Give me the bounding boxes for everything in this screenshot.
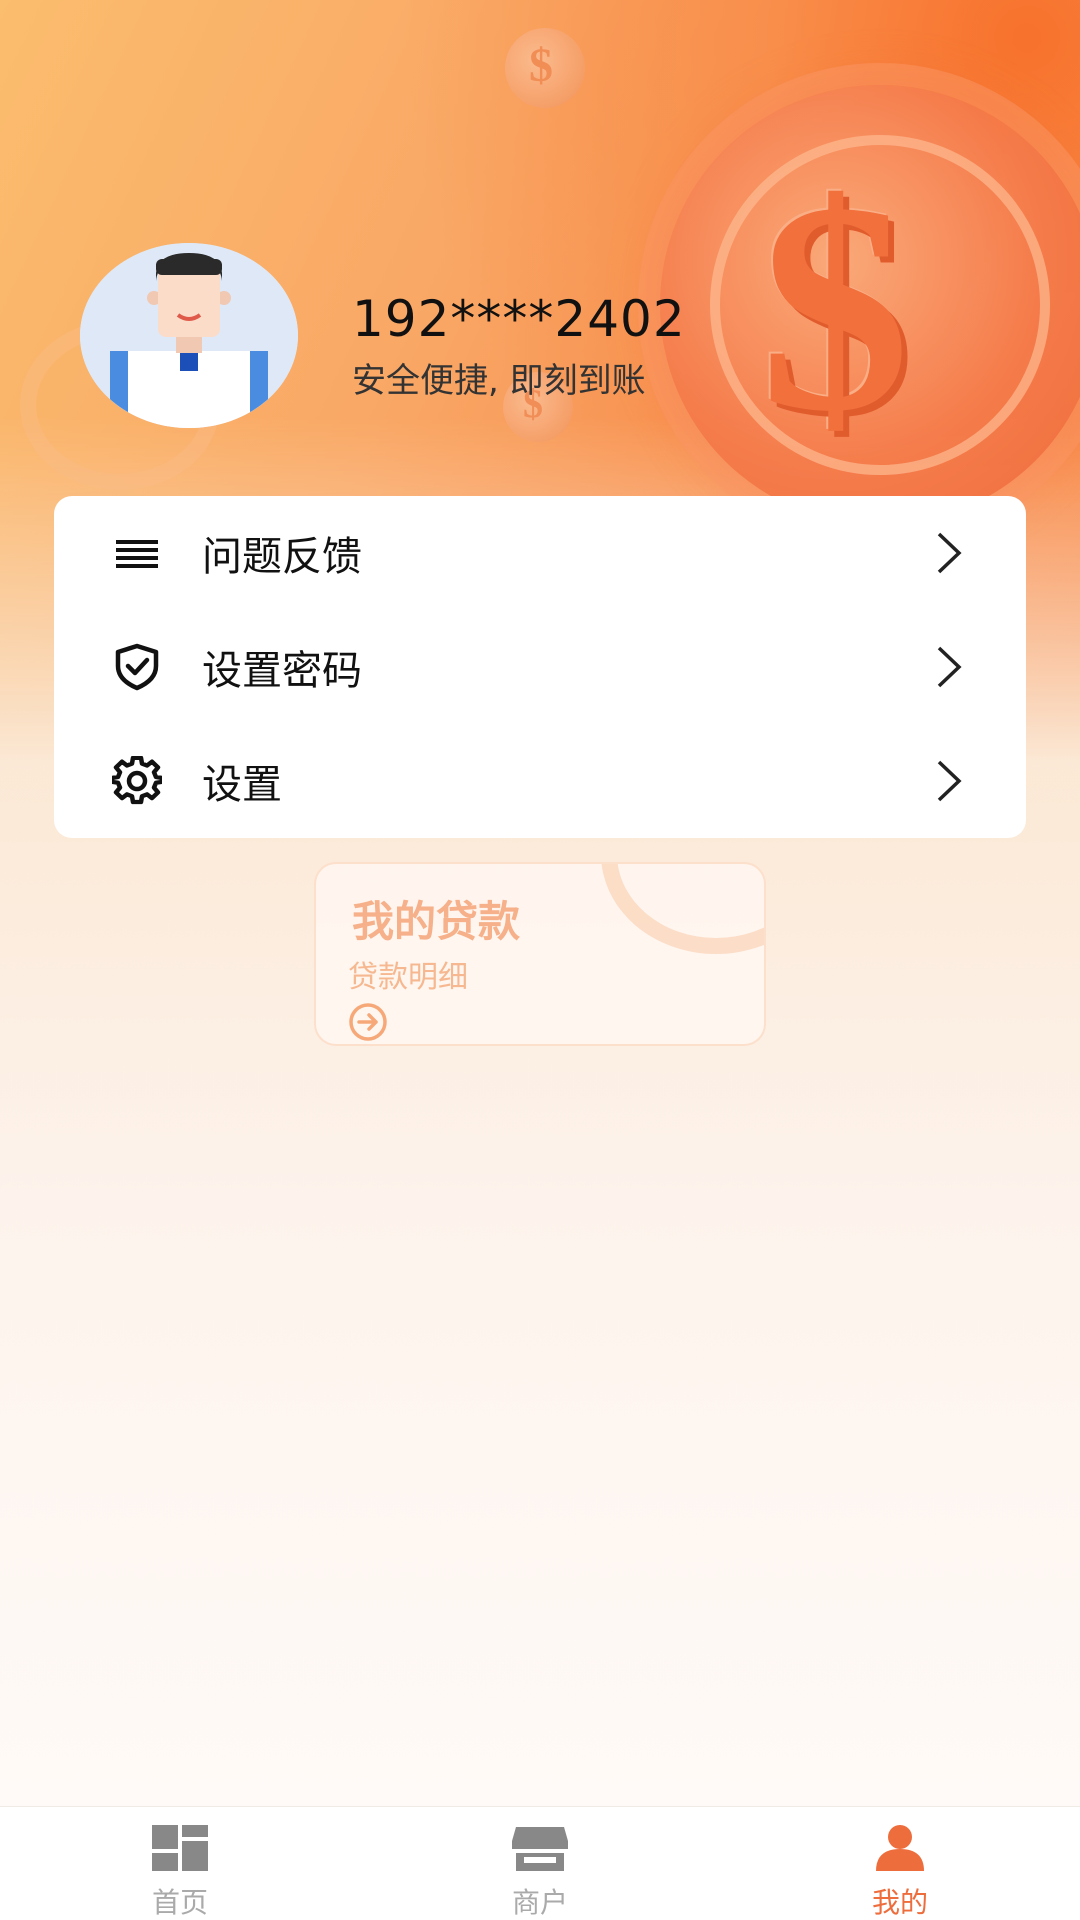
dashboard-icon — [152, 1825, 208, 1871]
menu-item-settings[interactable]: 设置 — [54, 724, 1026, 838]
menu-item-feedback[interactable]: 问题反馈 — [54, 496, 1026, 610]
menu-item-label: 设置密码 — [202, 648, 362, 694]
menu-item-label: 问题反馈 — [202, 534, 362, 580]
menu-item-set-password[interactable]: 设置密码 — [54, 610, 1026, 724]
person-icon — [876, 1825, 924, 1871]
loan-card-title: 我的贷款 — [352, 897, 521, 946]
dollar-coin-decoration: $ — [660, 85, 1080, 525]
chevron-right-icon — [937, 760, 962, 802]
loan-card-subtitle: 贷款明细 — [348, 960, 468, 995]
nav-item-merchant[interactable]: 商户 — [440, 1807, 640, 1920]
nav-item-mine[interactable]: 我的 — [800, 1807, 1000, 1920]
ring-decoration — [601, 864, 764, 954]
user-phone: 192****2402 — [352, 290, 686, 348]
gear-icon — [112, 756, 162, 805]
my-loans-card[interactable]: 我的贷款 贷款明细 — [314, 862, 766, 1046]
menu-card: 问题反馈 设置密码 设置 — [54, 496, 1026, 838]
menu-item-label: 设置 — [202, 762, 282, 808]
nav-item-label: 商户 — [511, 1886, 568, 1919]
bottom-navigation: 首页 商户 我的 — [0, 1806, 1080, 1920]
nav-item-home[interactable]: 首页 — [80, 1807, 280, 1920]
store-icon — [512, 1827, 568, 1871]
shield-check-icon — [115, 643, 159, 691]
nav-item-label: 首页 — [151, 1886, 208, 1919]
chevron-right-icon — [937, 532, 962, 574]
avatar[interactable] — [80, 243, 298, 428]
arrow-right-circle-icon — [349, 1003, 387, 1041]
chevron-right-icon — [937, 646, 962, 688]
list-icon — [116, 540, 158, 568]
nav-item-label: 我的 — [871, 1886, 928, 1919]
user-slogan: 安全便捷, 即刻到账 — [352, 361, 646, 401]
small-coin-decoration: $ — [505, 28, 585, 108]
